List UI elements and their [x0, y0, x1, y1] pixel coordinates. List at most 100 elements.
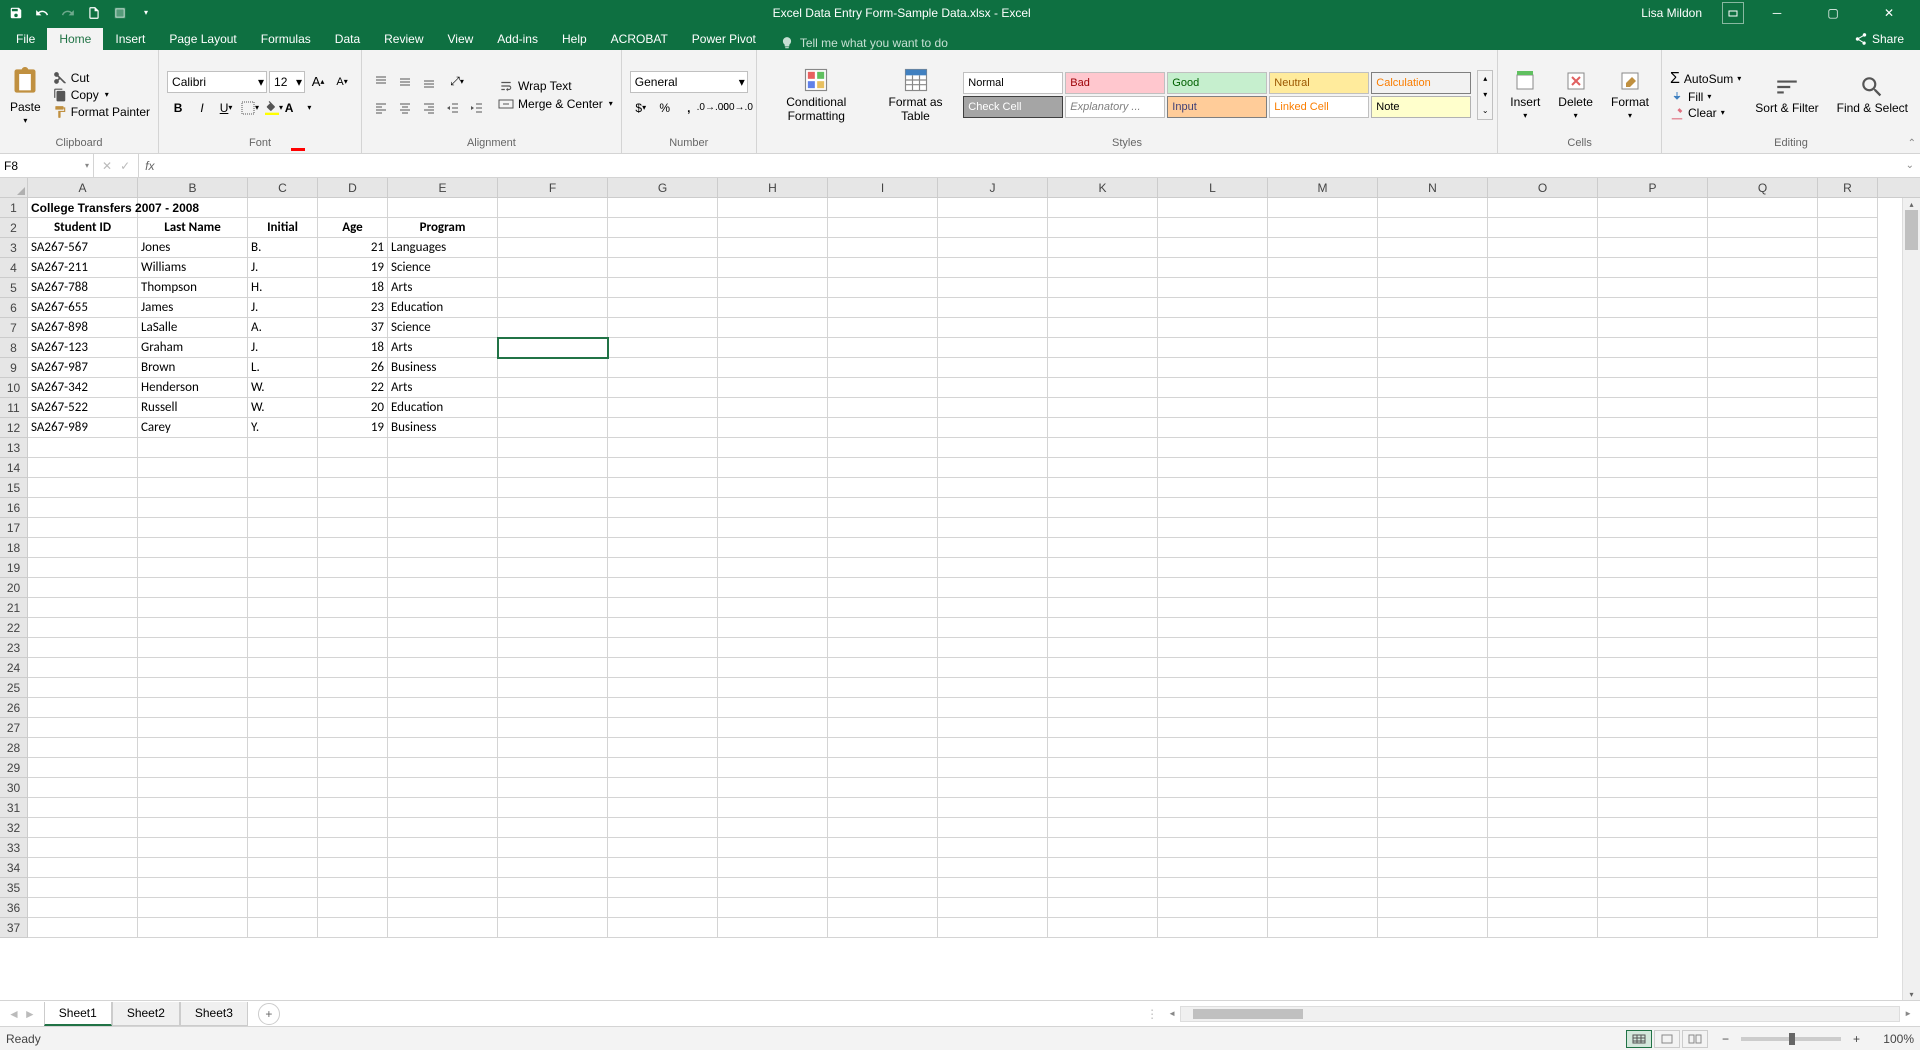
cell-D8[interactable]: 18	[318, 338, 388, 358]
cell-N11[interactable]	[1378, 398, 1488, 418]
cell-A32[interactable]	[28, 818, 138, 838]
cell-G17[interactable]	[608, 518, 718, 538]
cell-J1[interactable]	[938, 198, 1048, 218]
cell-E31[interactable]	[388, 798, 498, 818]
cell-O34[interactable]	[1488, 858, 1598, 878]
autosum-button[interactable]: ΣAutoSum▾	[1670, 70, 1741, 88]
cell-B5[interactable]: Thompson	[138, 278, 248, 298]
cell-D28[interactable]	[318, 738, 388, 758]
cell-P3[interactable]	[1598, 238, 1708, 258]
percent-format-icon[interactable]: %	[654, 97, 676, 119]
cell-K37[interactable]	[1048, 918, 1158, 938]
cell-N1[interactable]	[1378, 198, 1488, 218]
cell-E2[interactable]: Program	[388, 218, 498, 238]
cell-A13[interactable]	[28, 438, 138, 458]
cell-Q27[interactable]	[1708, 718, 1818, 738]
cell-L14[interactable]	[1158, 458, 1268, 478]
row-header-1[interactable]: 1	[0, 198, 28, 218]
cell-N6[interactable]	[1378, 298, 1488, 318]
cell-A15[interactable]	[28, 478, 138, 498]
cell-M15[interactable]	[1268, 478, 1378, 498]
cell-D16[interactable]	[318, 498, 388, 518]
cell-M33[interactable]	[1268, 838, 1378, 858]
cell-F4[interactable]	[498, 258, 608, 278]
formula-input[interactable]	[160, 154, 1899, 177]
cell-G19[interactable]	[608, 558, 718, 578]
enter-formula-icon[interactable]: ✓	[120, 159, 130, 173]
cell-Q14[interactable]	[1708, 458, 1818, 478]
cell-Q28[interactable]	[1708, 738, 1818, 758]
cell-M3[interactable]	[1268, 238, 1378, 258]
cell-B27[interactable]	[138, 718, 248, 738]
maximize-button[interactable]: ▢	[1810, 0, 1856, 25]
cell-K13[interactable]	[1048, 438, 1158, 458]
cell-J18[interactable]	[938, 538, 1048, 558]
row-header-15[interactable]: 15	[0, 478, 28, 498]
cell-B18[interactable]	[138, 538, 248, 558]
style-normal[interactable]: Normal	[963, 72, 1063, 94]
cell-P2[interactable]	[1598, 218, 1708, 238]
cell-K20[interactable]	[1048, 578, 1158, 598]
col-header-H[interactable]: H	[718, 178, 828, 197]
cell-K22[interactable]	[1048, 618, 1158, 638]
cell-K5[interactable]	[1048, 278, 1158, 298]
cell-A26[interactable]	[28, 698, 138, 718]
cell-B37[interactable]	[138, 918, 248, 938]
cell-Q8[interactable]	[1708, 338, 1818, 358]
style-explanatory[interactable]: Explanatory ...	[1065, 96, 1165, 118]
cell-N35[interactable]	[1378, 878, 1488, 898]
cell-O22[interactable]	[1488, 618, 1598, 638]
cell-O24[interactable]	[1488, 658, 1598, 678]
ribbon-tab-formulas[interactable]: Formulas	[249, 28, 323, 50]
cell-M25[interactable]	[1268, 678, 1378, 698]
cell-A19[interactable]	[28, 558, 138, 578]
cell-H28[interactable]	[718, 738, 828, 758]
cell-R28[interactable]	[1818, 738, 1878, 758]
cell-K1[interactable]	[1048, 198, 1158, 218]
cell-I34[interactable]	[828, 858, 938, 878]
cell-F24[interactable]	[498, 658, 608, 678]
cell-F30[interactable]	[498, 778, 608, 798]
cell-N19[interactable]	[1378, 558, 1488, 578]
cell-G15[interactable]	[608, 478, 718, 498]
cell-Q35[interactable]	[1708, 878, 1818, 898]
cell-L8[interactable]	[1158, 338, 1268, 358]
row-header-26[interactable]: 26	[0, 698, 28, 718]
cell-N26[interactable]	[1378, 698, 1488, 718]
style-linkedcell[interactable]: Linked Cell	[1269, 96, 1369, 118]
col-header-C[interactable]: C	[248, 178, 318, 197]
cell-A30[interactable]	[28, 778, 138, 798]
align-center-icon[interactable]	[394, 97, 416, 119]
cell-M6[interactable]	[1268, 298, 1378, 318]
cell-N34[interactable]	[1378, 858, 1488, 878]
cell-J23[interactable]	[938, 638, 1048, 658]
insert-cells-button[interactable]: Insert▾	[1502, 67, 1548, 122]
cell-N31[interactable]	[1378, 798, 1488, 818]
styles-more-icon[interactable]: ⌄	[1478, 103, 1492, 119]
cell-I10[interactable]	[828, 378, 938, 398]
orientation-icon[interactable]: ⤢▾	[442, 71, 472, 93]
cell-L37[interactable]	[1158, 918, 1268, 938]
cell-R13[interactable]	[1818, 438, 1878, 458]
cell-K26[interactable]	[1048, 698, 1158, 718]
cell-O25[interactable]	[1488, 678, 1598, 698]
cell-F29[interactable]	[498, 758, 608, 778]
cell-L13[interactable]	[1158, 438, 1268, 458]
cell-A20[interactable]	[28, 578, 138, 598]
cell-G24[interactable]	[608, 658, 718, 678]
cell-R11[interactable]	[1818, 398, 1878, 418]
bold-button[interactable]: B	[167, 97, 189, 119]
cell-A7[interactable]: SA267-898	[28, 318, 138, 338]
cell-F2[interactable]	[498, 218, 608, 238]
cell-K7[interactable]	[1048, 318, 1158, 338]
cell-I6[interactable]	[828, 298, 938, 318]
cell-K30[interactable]	[1048, 778, 1158, 798]
cell-C35[interactable]	[248, 878, 318, 898]
sheet-tab-sheet1[interactable]: Sheet1	[44, 1002, 112, 1026]
cell-J2[interactable]	[938, 218, 1048, 238]
ribbon-tab-file[interactable]: File	[4, 28, 47, 50]
cell-D17[interactable]	[318, 518, 388, 538]
cell-C1[interactable]	[248, 198, 318, 218]
scroll-thumb[interactable]	[1905, 210, 1918, 250]
cell-I15[interactable]	[828, 478, 938, 498]
